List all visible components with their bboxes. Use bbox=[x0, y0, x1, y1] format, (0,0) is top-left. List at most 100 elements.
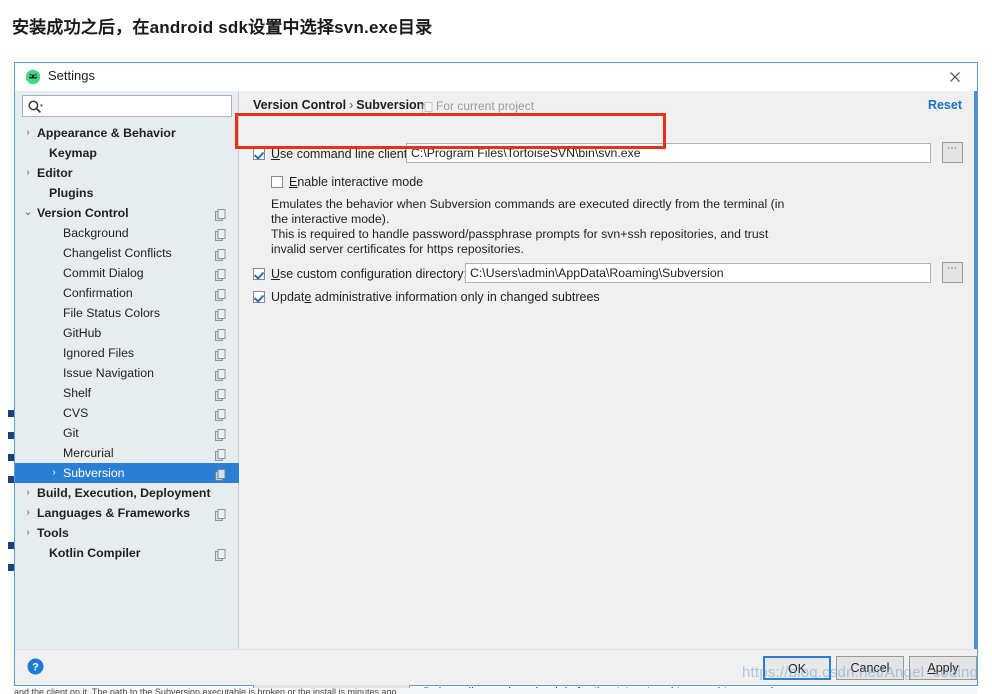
sidebar-item-label: Confirmation bbox=[63, 286, 133, 300]
enable-interactive-mode-label: Enable interactive mode bbox=[289, 175, 424, 189]
interactive-mode-description-line-4: invalid server certificates for https re… bbox=[271, 242, 524, 256]
chevron-right-icon[interactable]: › bbox=[21, 503, 35, 523]
page-title: 安装成功之后，在android sdk设置中选择svn.exe目录 bbox=[12, 18, 433, 37]
copy-settings-icon bbox=[215, 207, 226, 221]
sidebar-item-label: Version Control bbox=[37, 206, 129, 220]
copy-settings-icon bbox=[215, 267, 226, 281]
use-custom-config-directory-label: Use custom configuration directory: bbox=[271, 267, 467, 281]
sidebar-item-label: Git bbox=[63, 426, 79, 440]
sidebar-item-cvs[interactable]: CVS bbox=[15, 403, 239, 423]
copy-settings-icon bbox=[215, 547, 226, 561]
sidebar-item-mercurial[interactable]: Mercurial bbox=[15, 443, 239, 463]
browse-custom-config-directory-button[interactable]: ⋯ bbox=[942, 262, 963, 283]
sidebar-item-tools[interactable]: › Tools bbox=[15, 523, 239, 543]
sidebar-item-shelf[interactable]: Shelf bbox=[15, 383, 239, 403]
copy-settings-icon bbox=[215, 467, 226, 481]
sidebar-item-background[interactable]: Background bbox=[15, 223, 239, 243]
sidebar-item-changelist-conflicts[interactable]: Changelist Conflicts bbox=[15, 243, 239, 263]
sidebar-item-label: Shelf bbox=[63, 386, 92, 400]
chevron-down-icon[interactable]: ⌄ bbox=[21, 203, 35, 223]
edge-artifact bbox=[8, 410, 14, 417]
search-icon bbox=[27, 99, 43, 115]
sidebar-item-commit-dialog[interactable]: Commit Dialog bbox=[15, 263, 239, 283]
search-box[interactable] bbox=[22, 95, 232, 117]
svg-text:?: ? bbox=[32, 661, 39, 673]
sidebar-item-label: Appearance & Behavior bbox=[37, 126, 176, 140]
sidebar-item-label: Build, Execution, Deployment bbox=[37, 486, 211, 500]
copy-settings-icon bbox=[215, 387, 226, 401]
chevron-right-icon[interactable]: › bbox=[21, 523, 35, 543]
sidebar-item-keymap[interactable]: Keymap bbox=[15, 143, 239, 163]
reset-link[interactable]: Reset bbox=[928, 98, 962, 112]
sidebar-item-label: GitHub bbox=[63, 326, 102, 340]
use-command-line-client-row: Use command line client: bbox=[253, 145, 411, 163]
edge-artifact bbox=[8, 454, 14, 461]
interactive-mode-description-line-2: the interactive mode). bbox=[271, 212, 390, 226]
sidebar-item-languages-frameworks[interactable]: › Languages & Frameworks bbox=[15, 503, 239, 523]
custom-config-directory-input[interactable] bbox=[465, 263, 931, 283]
dialog-titlebar: Settings bbox=[15, 63, 977, 91]
cut-off-text-strip: and the client on it. The path to the Su… bbox=[14, 688, 978, 694]
cancel-button[interactable]: Cancel bbox=[836, 656, 904, 680]
sidebar-item-label: Languages & Frameworks bbox=[37, 506, 191, 520]
search-input[interactable] bbox=[47, 96, 229, 116]
sidebar-item-git[interactable]: Git bbox=[15, 423, 239, 443]
update-administrative-info-checkbox[interactable] bbox=[253, 291, 265, 303]
edge-artifact bbox=[8, 432, 14, 439]
sidebar-item-confirmation[interactable]: Confirmation bbox=[15, 283, 239, 303]
svn-executable-path-input[interactable] bbox=[406, 143, 931, 163]
copy-settings-icon bbox=[215, 347, 226, 361]
update-administrative-info-label: Update administrative information only i… bbox=[271, 290, 600, 304]
sidebar-item-label: Keymap bbox=[49, 146, 97, 160]
copy-settings-icon bbox=[215, 307, 226, 321]
apply-button[interactable]: Apply bbox=[909, 656, 977, 680]
settings-tree[interactable]: › Appearance & Behavior Keymap › Editor Plugi… bbox=[15, 123, 239, 659]
sidebar-item-kotlin-compiler[interactable]: Kotlin Compiler bbox=[15, 543, 239, 563]
copy-settings-icon bbox=[215, 227, 226, 241]
copy-settings-icon bbox=[215, 407, 226, 421]
enable-interactive-mode-checkbox[interactable] bbox=[271, 176, 283, 188]
use-command-line-client-checkbox[interactable] bbox=[253, 148, 265, 160]
sidebar-item-version-control[interactable]: ⌄ Version Control bbox=[15, 203, 239, 223]
browse-svn-executable-button[interactable]: ⋯ bbox=[942, 142, 963, 163]
dialog-footer: ? OK Cancel Apply bbox=[15, 649, 977, 685]
sidebar-item-subversion[interactable]: › Subversion bbox=[15, 463, 239, 483]
settings-content: Version Control › Subversion For current p… bbox=[240, 91, 977, 694]
sidebar-item-label: Kotlin Compiler bbox=[49, 546, 141, 560]
enable-interactive-mode-row: Enable interactive mode bbox=[271, 173, 423, 191]
dialog-body: › Appearance & Behavior Keymap › Editor Plugi… bbox=[15, 91, 977, 694]
sidebar-item-plugins[interactable]: Plugins bbox=[15, 183, 239, 203]
sidebar-item-label: Subversion bbox=[63, 466, 125, 480]
dialog-title: Settings bbox=[48, 68, 95, 83]
sidebar-item-label: Editor bbox=[37, 166, 73, 180]
sidebar-item-label: File Status Colors bbox=[63, 306, 161, 320]
chevron-right-icon[interactable]: › bbox=[21, 163, 35, 183]
update-administrative-info-row: Update administrative information only i… bbox=[253, 288, 600, 306]
copy-settings-icon bbox=[215, 367, 226, 381]
sidebar-item-appearance-behavior[interactable]: › Appearance & Behavior bbox=[15, 123, 239, 143]
sidebar-item-issue-navigation[interactable]: Issue Navigation bbox=[15, 363, 239, 383]
sidebar-item-file-status-colors[interactable]: File Status Colors bbox=[15, 303, 239, 323]
edge-artifact bbox=[8, 542, 14, 549]
sidebar-item-ignored-files[interactable]: Ignored Files bbox=[15, 343, 239, 363]
content-scrollbar[interactable] bbox=[974, 91, 977, 659]
help-icon[interactable]: ? bbox=[27, 658, 44, 675]
close-icon[interactable] bbox=[945, 67, 965, 87]
sidebar-item-label: Tools bbox=[37, 526, 69, 540]
use-custom-config-directory-checkbox[interactable] bbox=[253, 268, 265, 280]
chevron-right-icon[interactable]: › bbox=[47, 463, 61, 483]
breadcrumb-root[interactable]: Version Control bbox=[253, 98, 346, 112]
ok-button[interactable]: OK bbox=[763, 656, 831, 680]
screenshot-root: 安装成功之后，在android sdk设置中选择svn.exe目录 Settin… bbox=[0, 0, 992, 694]
sidebar-item-label: Background bbox=[63, 226, 129, 240]
sidebar-item-label: Mercurial bbox=[63, 446, 114, 460]
sidebar-item-github[interactable]: GitHub bbox=[15, 323, 239, 343]
breadcrumb-leaf: Subversion bbox=[356, 98, 425, 112]
chevron-right-icon[interactable]: › bbox=[21, 483, 35, 503]
sidebar-item-editor[interactable]: › Editor bbox=[15, 163, 239, 183]
copy-settings-icon bbox=[215, 247, 226, 261]
sidebar-item-label: Plugins bbox=[49, 186, 94, 200]
chevron-right-icon[interactable]: › bbox=[21, 123, 35, 143]
sidebar-item-build-execution-deployment[interactable]: › Build, Execution, Deployment bbox=[15, 483, 239, 503]
sidebar-item-label: Changelist Conflicts bbox=[63, 246, 172, 260]
